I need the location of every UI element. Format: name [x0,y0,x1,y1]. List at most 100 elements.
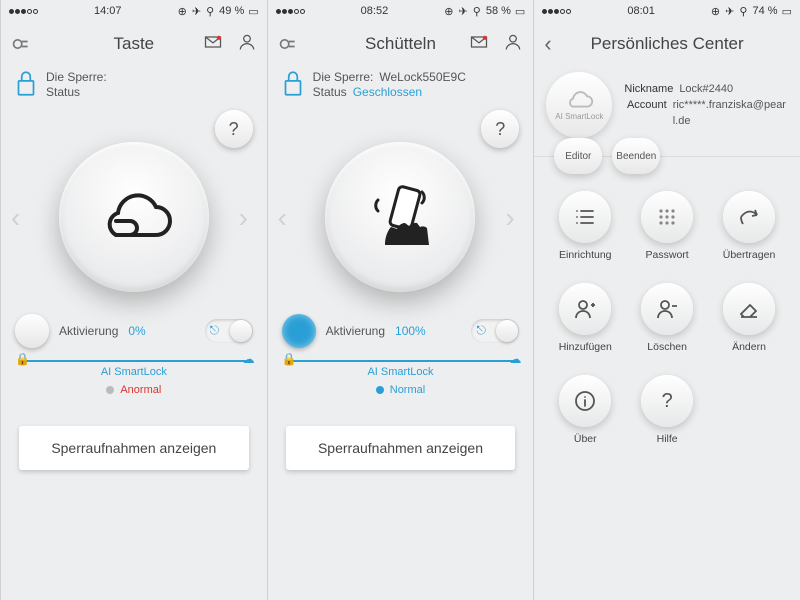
mail-icon[interactable] [203,32,223,57]
view-recordings-button[interactable]: Sperraufnahmen anzeigen [286,426,516,470]
action-label: Über [574,433,597,445]
header: ‹ Persönliches Center [534,22,800,66]
status-icons: ⊕ ✈︎ ⚲ [444,5,482,18]
lock-toggle[interactable]: ⎋ [471,319,519,343]
action-add-user[interactable]: Hinzufügen [559,283,612,353]
share-icon [737,205,761,229]
lock-info: Die Sperre: Status [1,66,267,104]
action-delete-user[interactable]: Löschen [641,283,693,353]
chevron-left-icon: ‹ [544,31,551,57]
status-text: Normal [390,384,425,396]
lock-open-icon: ⎋ [476,323,486,338]
battery-icon: ▭ [782,5,792,18]
signal-dots-icon [9,9,38,14]
eraser-icon [737,297,761,321]
status-icons: ⊕ ✈︎ ⚲ [711,5,749,18]
status-bar: 08:52 ⊕ ✈︎ ⚲58 %▭ [268,0,534,22]
lock-status-value: Geschlossen [353,85,422,100]
action-password[interactable]: Passwort [641,191,693,261]
activation-indicator[interactable] [282,314,316,348]
connection-bar: 🔒 ☁ AI SmartLock [19,360,249,378]
nickname-label: Nickname [618,81,673,97]
menu-icon[interactable] [11,22,31,66]
activation-label: Aktivierung [326,324,385,338]
status-time: 08:01 [627,5,655,17]
lock-status-label: Status [46,85,80,100]
mail-icon[interactable] [469,32,489,57]
view-recordings-label: Sperraufnahmen anzeigen [318,440,483,456]
avatar[interactable]: AI SmartLock [546,72,612,138]
prev-arrow-icon[interactable]: ‹ [11,202,29,232]
user-plus-icon [573,297,597,321]
status-bar: 08:01 ⊕ ✈︎ ⚲74 % ▭ [534,0,800,22]
info-icon [573,389,597,413]
lock-open-icon: ⎋ [210,323,220,338]
lock-icon [13,68,39,101]
page-title: Persönliches Center [591,34,744,54]
page-title: Schütteln [365,34,436,54]
action-transfer[interactable]: Übertragen [723,191,776,261]
lock-small-icon: 🔒 [15,352,30,366]
back-button[interactable]: ‹ [544,22,551,66]
status-dot-icon [106,386,114,394]
keypad-icon [655,205,679,229]
activation-indicator[interactable] [15,314,49,348]
editor-button[interactable]: Editor [554,138,602,174]
connection-bar: 🔒 ☁ AI SmartLock [286,360,516,378]
view-recordings-button[interactable]: Sperraufnahmen anzeigen [19,426,249,470]
smartlock-label: AI SmartLock [286,366,516,378]
lock-status-label: Status [313,85,347,100]
lock-small-icon: 🔒 [282,352,297,366]
activation-label: Aktivierung [59,324,118,338]
actions-grid: Einrichtung Passwort Übertragen Hinzufüg… [534,157,800,445]
status-line: Anormal [1,384,267,396]
lock-info: Die Sperre:WeLock550E9C StatusGeschlosse… [268,66,534,104]
lock-label: Die Sperre: [46,70,107,85]
status-time: 14:07 [94,5,122,17]
profile-icon[interactable] [503,32,523,57]
status-bar: 14:07 ⊕ ✈︎ ⚲49 %▭ [1,0,267,22]
shake-phone-icon [359,180,441,255]
cloud-icon [564,89,594,111]
signal-dots-icon [276,9,305,14]
action-label: Einrichtung [559,249,612,261]
action-label: Hilfe [657,433,678,445]
action-help[interactable]: ?Hilfe [641,375,693,445]
activation-percent: 100% [395,324,426,338]
logout-label: Beenden [616,151,656,162]
view-recordings-label: Sperraufnahmen anzeigen [51,440,216,456]
profile-icon[interactable] [237,32,257,57]
prev-arrow-icon[interactable]: ‹ [278,202,296,232]
action-label: Hinzufügen [559,341,612,353]
action-about[interactable]: Über [559,375,611,445]
main-action-button[interactable] [59,142,209,292]
activation-row: Aktivierung 100% ⎋ [268,314,534,348]
status-battery: 58 % [486,5,511,17]
cloud-small-icon: ☁ [509,352,521,366]
action-setup[interactable]: Einrichtung [559,191,612,261]
editor-label: Editor [565,151,591,162]
profile-section: AI SmartLock NicknameLock#2440 Accountri… [534,66,800,157]
logout-button[interactable]: Beenden [612,138,660,174]
list-icon [573,205,597,229]
next-arrow-icon[interactable]: › [239,202,257,232]
screen-personal-center: 08:01 ⊕ ✈︎ ⚲74 %▭ ‹ Persönliches Center … [533,0,800,600]
action-label: Passwort [646,249,689,261]
signal-dots-icon [542,9,571,14]
status-battery: 74 % [752,5,777,17]
nickname-value: Lock#2440 [679,81,733,97]
battery-icon: ▭ [515,5,525,18]
menu-icon[interactable] [278,22,298,66]
account-value: ric*****.franziska@pearl.de [673,97,788,129]
screen-schuetteln: 08:52 ⊕ ✈︎ ⚲58 %▭ Schütteln Die Sperre:W… [267,0,534,600]
next-arrow-icon[interactable]: › [505,202,523,232]
lock-icon [280,68,306,101]
action-edit[interactable]: Ändern [723,283,775,353]
main-action-button[interactable] [325,142,475,292]
lock-label: Die Sperre: [313,70,374,85]
action-label: Ändern [732,341,766,353]
lock-toggle[interactable]: ⎋ [205,319,253,343]
page-title: Taste [114,34,155,54]
activation-row: Aktivierung 0% ⎋ [1,314,267,348]
activation-percent: 0% [128,324,145,338]
